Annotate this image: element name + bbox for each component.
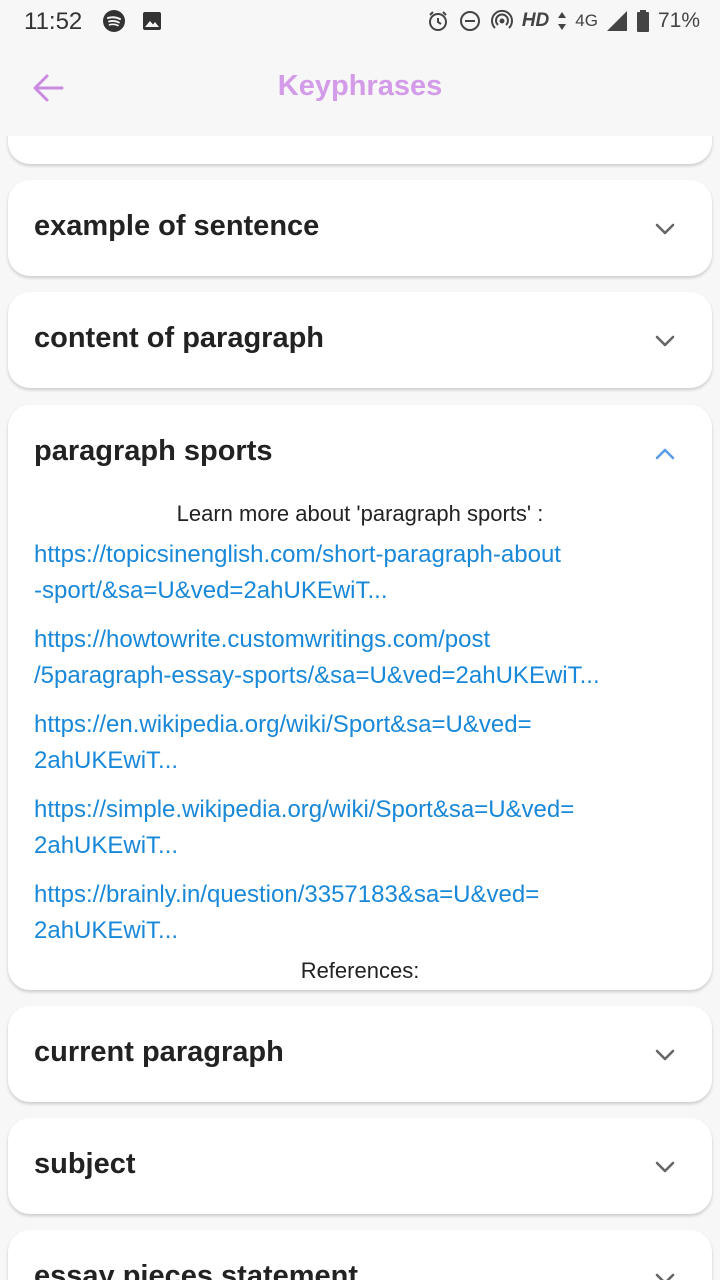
chevron-down-icon[interactable] (652, 216, 678, 242)
status-icons: HD 4G 71% (426, 8, 700, 34)
link-line: https://topicsinenglish.com/short-paragr… (34, 541, 561, 568)
link-line: https://howtowrite.customwritings.com/po… (34, 626, 491, 653)
keyphrase-card[interactable]: content of paragraph (8, 292, 712, 388)
keyphrase-card-partial[interactable] (8, 136, 712, 164)
reference-link[interactable]: https://topicsinenglish.com/short-paragr… (34, 537, 686, 609)
link-line: /5paragraph-essay-sports/&sa=U&ved=2ahUK… (34, 662, 600, 689)
keyphrase-title: example of sentence (34, 210, 320, 242)
chevron-up-icon[interactable] (652, 441, 678, 467)
link-line: https://brainly.in/question/3357183&sa=U… (34, 881, 540, 908)
image-icon (143, 12, 161, 30)
do-not-disturb-icon (459, 11, 480, 31)
signal-icon (606, 11, 627, 31)
chevron-down-icon[interactable] (652, 1154, 678, 1180)
keyphrase-card[interactable]: essay pieces statement (8, 1230, 712, 1280)
network-type: 4G (575, 11, 598, 30)
chevron-down-icon[interactable] (652, 1042, 678, 1068)
status-bar: 11:52 HD 4G 71% (0, 0, 720, 44)
spotify-icon (103, 10, 125, 32)
learn-more-text: Learn more about 'paragraph sports' : (176, 501, 544, 526)
alarm-icon (428, 11, 447, 31)
app-bar: Keyphrases (0, 44, 720, 136)
hotspot-icon (490, 9, 513, 29)
hd-label: HD (521, 10, 550, 31)
keyphrase-card[interactable]: current paragraph (8, 1006, 712, 1102)
reference-link[interactable]: https://simple.wikipedia.org/wiki/Sport&… (34, 792, 686, 864)
keyphrase-card[interactable]: subject (8, 1118, 712, 1214)
keyphrase-list[interactable]: example of sentence content of paragraph… (0, 136, 720, 1280)
reference-link[interactable]: https://howtowrite.customwritings.com/po… (34, 622, 686, 694)
keyphrase-title: current paragraph (34, 1036, 284, 1068)
keyphrase-title: subject (34, 1148, 136, 1180)
data-arrows-icon (558, 12, 567, 30)
references-label: References: (300, 958, 420, 983)
keyphrase-title: paragraph sports (34, 435, 273, 467)
battery-percent: 71% (657, 9, 700, 32)
chevron-down-icon[interactable] (652, 1266, 678, 1280)
keyphrase-card[interactable]: example of sentence (8, 180, 712, 276)
reference-link[interactable]: https://brainly.in/question/3357183&sa=U… (34, 877, 686, 949)
battery-icon (636, 10, 649, 32)
page-title: Keyphrases (277, 70, 443, 102)
link-line: 2ahUKEwiT... (34, 747, 179, 774)
reference-link[interactable]: https://en.wikipedia.org/wiki/Sport&sa=U… (34, 707, 686, 779)
link-line: 2ahUKEwiT... (34, 832, 179, 859)
status-time: 11:52 (24, 8, 83, 35)
keyphrase-title: essay pieces statement (34, 1260, 359, 1280)
expanded-content: Learn more about 'paragraph sports' : ht… (34, 501, 686, 962)
keyphrase-card-expanded[interactable]: paragraph sports Learn more about 'parag… (8, 405, 712, 990)
link-line: 2ahUKEwiT... (34, 917, 179, 944)
link-line: https://simple.wikipedia.org/wiki/Sport&… (34, 796, 575, 823)
link-line: -sport/&sa=U&ved=2ahUKEwiT... (34, 577, 388, 604)
link-line: https://en.wikipedia.org/wiki/Sport&sa=U… (34, 711, 532, 738)
chevron-down-icon[interactable] (652, 328, 678, 354)
keyphrase-title: content of paragraph (34, 322, 325, 354)
